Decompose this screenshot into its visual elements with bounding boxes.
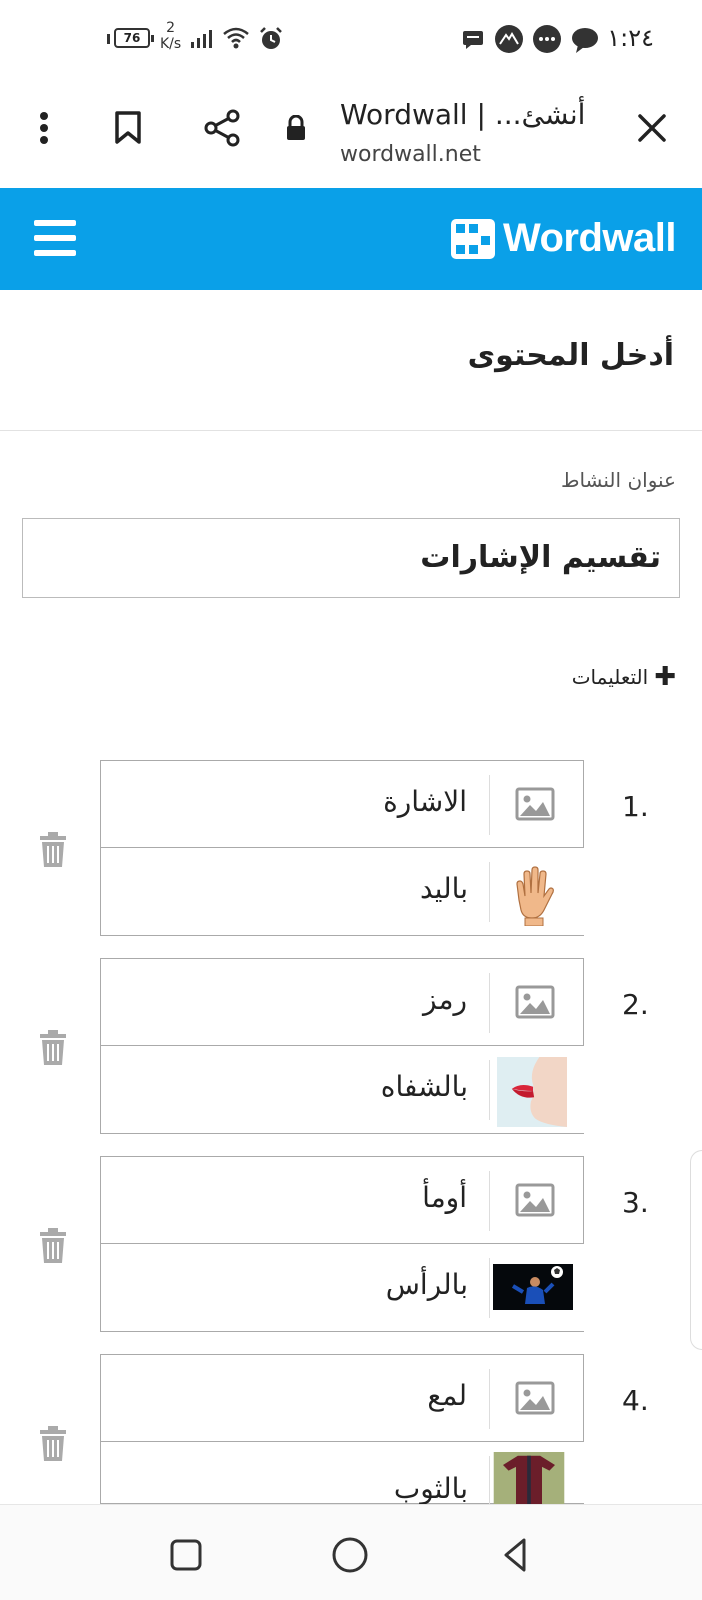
share-icon xyxy=(204,109,240,147)
term-text: لمع xyxy=(427,1379,467,1412)
delete-item-icon[interactable] xyxy=(38,1228,68,1264)
item-number: 3. xyxy=(622,1186,649,1219)
more-options-button[interactable] xyxy=(22,106,66,150)
term-field[interactable]: لمع xyxy=(100,1354,584,1442)
alarm-icon xyxy=(260,27,282,49)
network-speed: 2 K/s xyxy=(160,20,181,52)
battery-indicator: 76 xyxy=(114,28,154,48)
signal-small-icon xyxy=(107,34,110,44)
term-field[interactable]: رمز xyxy=(100,958,584,1046)
close-tab-button[interactable] xyxy=(630,106,674,150)
list-item: 3. أومأ بالرأس xyxy=(0,1156,702,1336)
definition-text: بالثوب xyxy=(393,1472,468,1505)
square-icon xyxy=(170,1539,202,1571)
mountain-app-icon xyxy=(495,25,523,53)
divider xyxy=(0,430,702,431)
message-icon xyxy=(463,31,483,49)
field-separator xyxy=(489,775,490,835)
system-navigation-bar xyxy=(0,1504,702,1600)
add-instructions-button[interactable]: ✚ التعليمات xyxy=(572,662,676,692)
activity-title-input[interactable]: تقسيم الإشارات xyxy=(22,518,680,598)
speech-bubble-icon xyxy=(572,28,598,53)
signal-bars-icon xyxy=(191,30,212,48)
definition-text: بالرأس xyxy=(385,1268,468,1301)
header-soccer-image[interactable] xyxy=(493,1264,573,1310)
add-image-icon[interactable] xyxy=(515,1181,555,1219)
add-image-icon[interactable] xyxy=(515,1379,555,1417)
instructions-label: التعليمات xyxy=(571,665,649,689)
item-number: 1. xyxy=(622,790,649,823)
hand-image[interactable] xyxy=(501,860,567,926)
back-button[interactable] xyxy=(496,1535,536,1575)
scroll-handle[interactable] xyxy=(690,1150,702,1350)
delete-item-icon[interactable] xyxy=(38,832,68,868)
menu-line xyxy=(34,250,76,256)
bookmark-icon xyxy=(115,111,141,144)
net-speed-value: 2 xyxy=(166,20,176,36)
wifi-icon xyxy=(223,27,249,49)
definition-text: بالشفاه xyxy=(380,1070,468,1103)
definition-field[interactable]: باليد xyxy=(100,848,584,936)
site-header: Wordwall xyxy=(0,188,702,290)
menu-button[interactable] xyxy=(34,218,76,258)
circle-icon xyxy=(332,1537,368,1573)
list-item: 2. رمز بالشفاه xyxy=(0,958,702,1138)
browser-toolbar: Wordwall | ...أنشئ wordwall.net xyxy=(0,78,702,188)
bookmark-button[interactable] xyxy=(106,106,150,150)
item-number: 2. xyxy=(622,988,649,1021)
wordwall-logo[interactable]: Wordwall xyxy=(450,216,677,261)
term-field[interactable]: الاشارة xyxy=(100,760,584,848)
item-number: 4. xyxy=(622,1384,649,1417)
add-image-icon[interactable] xyxy=(515,983,555,1021)
delete-item-icon[interactable] xyxy=(38,1030,68,1066)
share-button[interactable] xyxy=(200,106,244,150)
home-button[interactable] xyxy=(330,1535,370,1575)
status-bar: 76 2 K/s ١:٢٤ xyxy=(0,0,702,78)
page-url[interactable]: wordwall.net xyxy=(340,142,481,167)
definition-field[interactable]: بالثوب xyxy=(100,1442,584,1516)
back-triangle-icon xyxy=(504,1538,526,1572)
term-text: رمز xyxy=(423,983,467,1016)
plus-icon: ✚ xyxy=(654,662,676,692)
lips-image[interactable] xyxy=(497,1056,567,1128)
definition-field[interactable]: بالشفاه xyxy=(100,1046,584,1134)
menu-line xyxy=(34,220,76,226)
more-vertical-icon xyxy=(40,112,48,144)
recent-apps-button[interactable] xyxy=(166,1535,206,1575)
field-separator xyxy=(489,973,490,1033)
wordwall-logo-text: Wordwall xyxy=(502,216,677,260)
field-separator xyxy=(489,1171,490,1231)
chat-icon xyxy=(533,25,561,53)
net-speed-unit: K/s xyxy=(160,36,182,52)
definition-field[interactable]: بالرأس xyxy=(100,1244,584,1332)
term-text: الاشارة xyxy=(383,785,467,818)
garment-image[interactable] xyxy=(491,1452,567,1504)
field-separator xyxy=(489,1060,490,1120)
activity-title-label: عنوان النشاط xyxy=(560,468,676,492)
term-text: أومأ xyxy=(422,1181,467,1214)
field-separator xyxy=(489,862,490,922)
add-image-icon[interactable] xyxy=(515,785,555,823)
term-field[interactable]: أومأ xyxy=(100,1156,584,1244)
section-title: أدخل المحتوى xyxy=(467,338,674,373)
close-icon xyxy=(638,114,666,142)
menu-line xyxy=(34,235,76,241)
field-separator xyxy=(489,1258,490,1318)
list-item: 1. الاشارة باليد xyxy=(0,760,702,940)
page-title[interactable]: Wordwall | ...أنشئ xyxy=(340,98,585,131)
clock: ١:٢٤ xyxy=(607,24,654,52)
secure-connection-button[interactable] xyxy=(274,106,318,150)
lock-icon xyxy=(287,115,305,140)
definition-text: باليد xyxy=(419,872,468,905)
delete-item-icon[interactable] xyxy=(38,1426,68,1462)
field-separator xyxy=(489,1369,490,1429)
wordwall-logo-icon xyxy=(450,218,495,259)
